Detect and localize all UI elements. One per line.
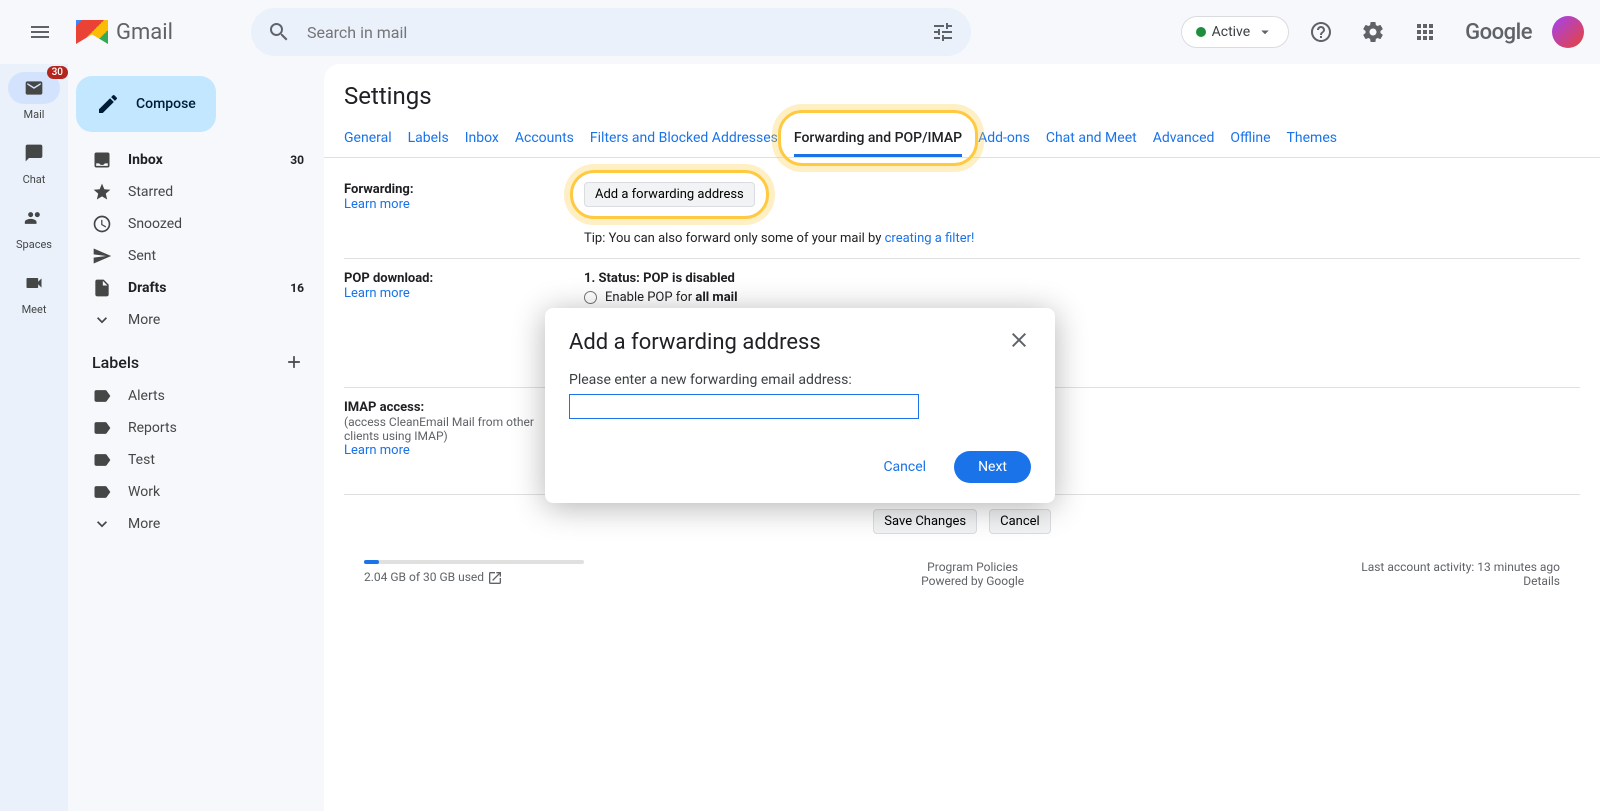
add-forwarding-modal: Add a forwarding address Please enter a … [545,308,1055,503]
modal-next-button[interactable]: Next [954,451,1031,483]
modal-title: Add a forwarding address [569,330,821,355]
forwarding-email-input[interactable] [569,394,919,419]
modal-overlay: Add a forwarding address Please enter a … [0,0,1600,811]
modal-cancel-button[interactable]: Cancel [867,451,942,483]
modal-close-button[interactable] [1007,328,1031,356]
